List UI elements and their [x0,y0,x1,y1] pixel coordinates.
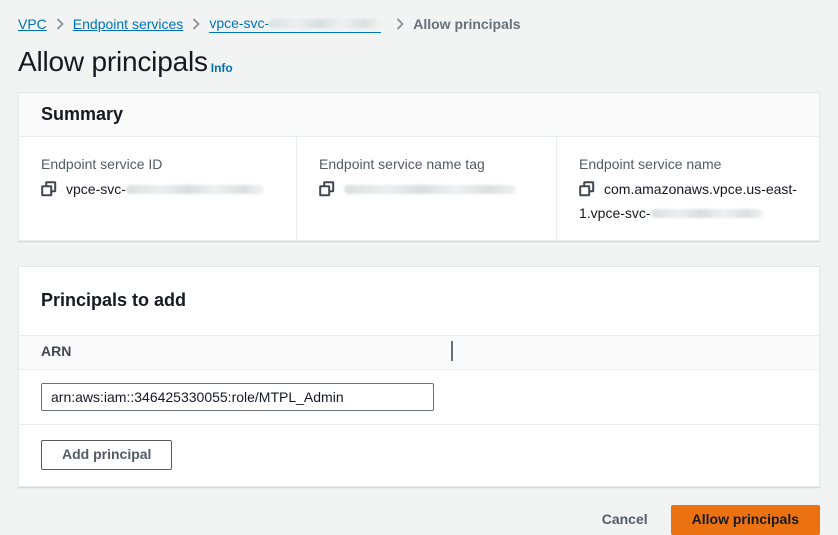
breadcrumb-vpc[interactable]: VPC [18,16,47,32]
field-value: vpce-svc- [41,179,274,203]
redacted-text [269,19,381,28]
redacted-text [344,185,516,194]
arn-table-header-row: ARN [19,335,819,370]
footer-actions: Cancel Allow principals [18,505,820,535]
arn-input-row [19,370,819,425]
copy-icon[interactable] [579,181,595,203]
allow-principals-button[interactable]: Allow principals [671,505,820,535]
breadcrumb-endpoint-service-id[interactable]: vpce-svc- [209,15,381,33]
add-principal-button[interactable]: Add principal [41,440,172,470]
summary-field-endpoint-service-id: Endpoint service ID vpce-svc- [19,137,296,240]
value-prefix: vpce-svc- [66,181,126,197]
column-resize-handle[interactable] [451,341,453,361]
field-label: Endpoint service name [579,156,797,172]
summary-field-endpoint-service-name: Endpoint service name com.amazonaws.vpce… [556,137,819,240]
copy-icon[interactable] [41,181,57,203]
chevron-right-icon [192,18,200,30]
summary-card-header: Summary [19,93,819,137]
arn-input[interactable] [41,383,434,411]
summary-field-endpoint-service-name-tag: Endpoint service name tag [296,137,556,240]
field-label: Endpoint service name tag [319,156,534,172]
page-title: Allow principals [18,46,208,78]
copy-icon[interactable] [319,181,335,203]
breadcrumb-endpoint-services[interactable]: Endpoint services [73,16,184,32]
breadcrumb-current: Allow principals [413,16,520,32]
chevron-right-icon [56,18,64,30]
summary-body: Endpoint service ID vpce-svc- Endpoint s… [19,137,819,240]
redacted-text [651,209,763,218]
principals-title: Principals to add [41,290,797,311]
summary-card: Summary Endpoint service ID vpce-svc- En… [18,92,820,241]
breadcrumb: VPC Endpoint services vpce-svc- Allow pr… [18,0,820,33]
allow-principals-page: VPC Endpoint services vpce-svc- Allow pr… [0,0,838,534]
principals-to-add-card: Principals to add ARN Add principal [18,266,820,487]
redacted-text [126,185,264,194]
breadcrumb-service-id-prefix: vpce-svc- [209,15,269,31]
cancel-button[interactable]: Cancel [597,505,653,535]
field-value [319,179,534,203]
add-principal-row: Add principal [19,425,819,486]
principals-card-header: Principals to add [19,267,819,335]
arn-column-header: ARN [41,343,71,359]
field-value: com.amazonaws.vpce.us-east-1.vpce-svc- [579,179,797,224]
info-link[interactable]: Info [211,61,233,75]
page-title-row: Allow principals Info [18,46,820,78]
field-label: Endpoint service ID [41,156,274,172]
chevron-right-icon [396,18,404,30]
summary-title: Summary [41,104,797,125]
